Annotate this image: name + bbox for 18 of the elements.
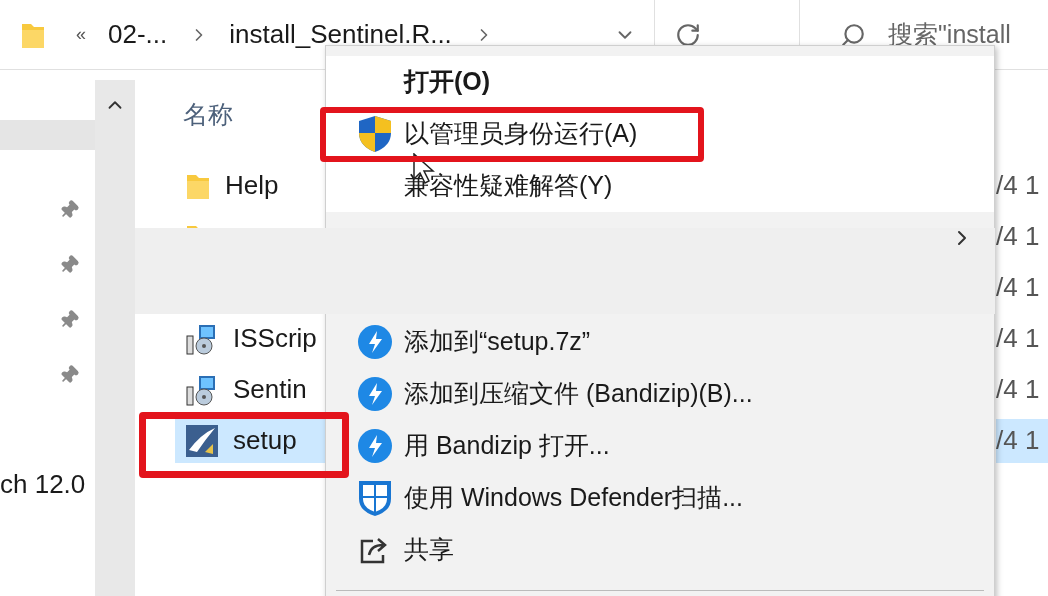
- file-name: setup: [233, 424, 297, 457]
- menu-item[interactable]: 兼容性疑难解答(Y): [326, 160, 994, 212]
- date-cell-text: /4 1: [996, 220, 1041, 253]
- date-cell: /4 1: [996, 418, 1048, 463]
- file-name: ISScrip: [233, 322, 317, 355]
- menu-item[interactable]: 打开(O): [326, 56, 994, 108]
- breadcrumb[interactable]: 02-...: [108, 15, 168, 54]
- date-cell-text: /4 1: [996, 373, 1041, 406]
- file-name: Help: [225, 169, 279, 202]
- date-cell-text: /4 1: [996, 169, 1041, 202]
- date-cell-text: /4 1: [996, 322, 1041, 355]
- file-name: Sentin: [233, 373, 307, 406]
- menu-item[interactable]: 使用 Windows Defender扫描...: [326, 472, 994, 524]
- column-header[interactable]: 名称: [183, 96, 233, 134]
- back-breadcrumb[interactable]: «: [76, 21, 86, 48]
- date-cell-text: /4 1: [996, 271, 1041, 304]
- menu-item[interactable]: 共享: [326, 524, 994, 576]
- nav-item[interactable]: ch 12.0: [0, 465, 95, 504]
